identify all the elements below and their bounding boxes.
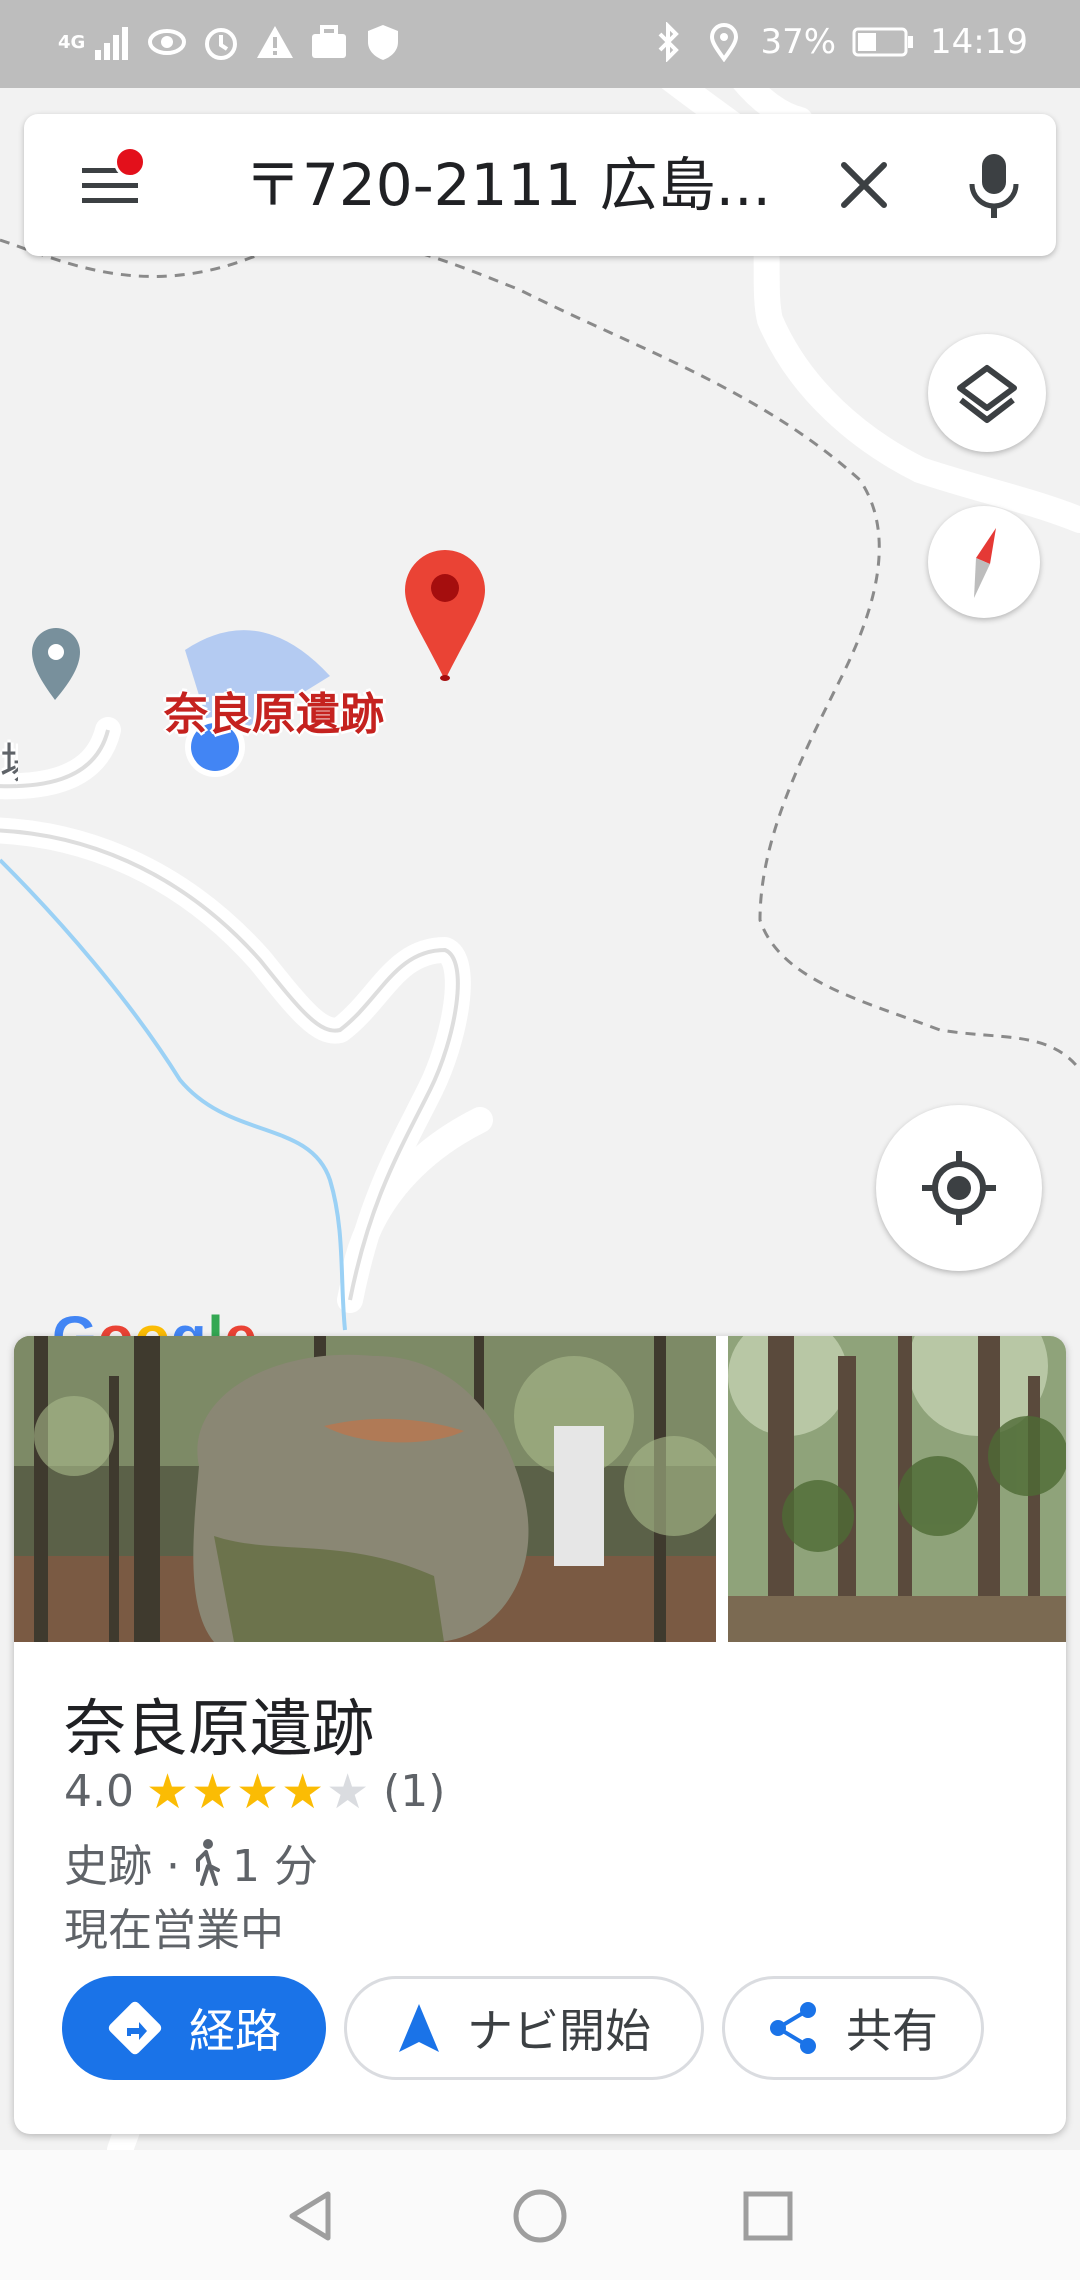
search-input[interactable]: 〒720-2111 広島...: [244, 148, 771, 222]
alarm-icon: [205, 28, 238, 60]
microphone-icon: [969, 154, 1019, 218]
rating-row[interactable]: 4.0 ★ ★ ★ ★ ★ (1): [64, 1766, 445, 1817]
clear-search-button[interactable]: [814, 148, 914, 222]
my-location-button[interactable]: [876, 1105, 1042, 1271]
battery-percent: 37%: [760, 22, 837, 62]
directions-label: 経路: [189, 2004, 281, 2058]
status-bar: 4G 37% 14:19: [0, 0, 1080, 88]
category-row: 史跡 · 1 分: [64, 1830, 318, 1894]
share-label: 共有: [846, 2004, 938, 2058]
place-category: 史跡 ·: [64, 1841, 180, 1892]
walk-time: 1 分: [231, 1841, 318, 1892]
clock: 14:19: [930, 22, 1028, 62]
rating-value: 4.0: [64, 1766, 134, 1817]
open-status: 現在営業中: [64, 1905, 284, 1956]
search-bar[interactable]: 〒720-2111 広島...: [24, 114, 1056, 256]
compass-icon: [974, 528, 996, 598]
star-icon: ★: [145, 1763, 190, 1820]
review-count: (1): [383, 1766, 446, 1817]
layers-button[interactable]: [928, 334, 1046, 452]
star-icon: ★: [281, 1763, 325, 1820]
notification-dot: [114, 146, 146, 178]
close-icon: [841, 162, 887, 208]
signal-icon: [95, 27, 129, 60]
navigation-arrow-icon: [399, 2004, 439, 2052]
place-photo[interactable]: [728, 1336, 1066, 1642]
navigate-label: ナビ開始: [467, 2004, 651, 2058]
place-photo[interactable]: [14, 1336, 716, 1642]
status-right-icons: 37% 14:19: [648, 22, 1028, 62]
battery-icon: [852, 27, 914, 57]
warning-icon: [257, 26, 294, 58]
home-icon: [513, 2189, 567, 2243]
map-place-label[interactable]: 奈良原遺跡: [164, 678, 384, 742]
bluetooth-icon: [659, 22, 680, 62]
layers-icon: [957, 365, 1017, 423]
voice-search-button[interactable]: [954, 144, 1034, 226]
share-button[interactable]: 共有: [722, 1976, 984, 2080]
place-title: 奈良原遺跡: [64, 1692, 375, 1765]
briefcase-icon: [312, 25, 347, 58]
photo-forest-image: [728, 1336, 1066, 1642]
recent-apps-button[interactable]: [726, 2174, 810, 2258]
compass-button[interactable]: [928, 506, 1040, 618]
recent-apps-icon: [743, 2191, 793, 2241]
star-icon: ★: [236, 1763, 280, 1820]
directions-button[interactable]: 経路: [62, 1976, 326, 2080]
start-navigation-button[interactable]: ナビ開始: [344, 1976, 704, 2080]
star-icon: ★: [191, 1763, 235, 1820]
map-poi-label: 場: [0, 728, 18, 792]
back-icon: [289, 2191, 331, 2241]
location-icon: [710, 23, 739, 62]
walking-icon: [195, 1839, 220, 1886]
my-location-icon: [922, 1151, 996, 1225]
shield-icon: [368, 25, 399, 60]
place-card[interactable]: 奈良原遺跡 4.0 ★ ★ ★ ★ ★ (1) 史跡 · 1 分 現在営業中 経…: [14, 1336, 1066, 2134]
home-button[interactable]: [498, 2174, 582, 2258]
eye-icon: [148, 29, 187, 55]
star-rating: ★ ★ ★ ★ ★: [146, 1768, 369, 1816]
status-left-icons: 4G: [58, 22, 403, 62]
photo-rock-image: [14, 1336, 716, 1642]
system-navigation-bar: [0, 2150, 1080, 2280]
network-type: 4G: [58, 31, 86, 53]
back-button[interactable]: [268, 2174, 352, 2258]
directions-icon: [108, 2001, 162, 2055]
star-icon: ★: [326, 1763, 370, 1820]
share-icon: [770, 2002, 816, 2054]
